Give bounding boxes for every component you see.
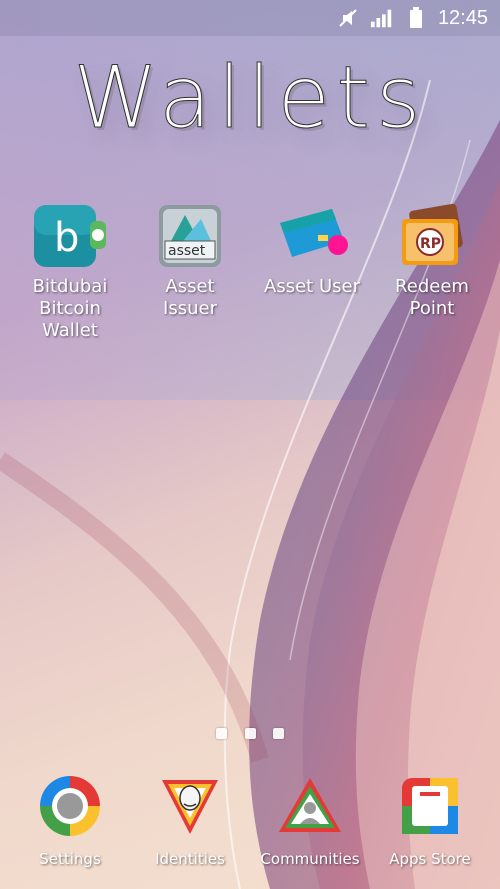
identities-icon [152, 770, 228, 842]
mute-icon [336, 6, 360, 30]
svg-text:RP: RP [420, 236, 441, 252]
app-asset-issuer[interactable]: asset Asset Issuer [130, 200, 250, 320]
svg-text:asset: asset [168, 243, 206, 259]
status-bar: 12:45 [0, 0, 500, 36]
dock-settings[interactable]: Settings [10, 770, 130, 870]
page-dot[interactable] [216, 728, 228, 739]
page-dot[interactable] [244, 728, 256, 739]
dock-identities[interactable]: Identities [130, 770, 250, 870]
signal-icon [370, 6, 394, 30]
app-label: Bitdubai Bitcoin Wallet [32, 276, 108, 341]
page-dot[interactable] [272, 728, 284, 739]
app-label: Asset User [264, 276, 360, 297]
bitcoin-wallet-icon: b [32, 200, 108, 272]
dock-communities[interactable]: Communities [250, 770, 370, 870]
battery-icon [404, 6, 428, 30]
settings-icon [32, 770, 108, 842]
page-indicator [0, 724, 500, 743]
communities-icon [272, 770, 348, 842]
asset-issuer-icon: asset [152, 200, 228, 272]
app-bitdubai-wallet[interactable]: b Bitdubai Bitcoin Wallet [10, 200, 130, 342]
page-title: Wallets [73, 48, 427, 149]
dock-label: Communities [260, 850, 360, 868]
dock-apps-store[interactable]: Apps Store [370, 770, 490, 870]
dock: Settings Identities Communities Apps Sto… [0, 770, 500, 880]
asset-user-icon [274, 200, 350, 272]
dock-label: Apps Store [389, 850, 471, 868]
svg-text:b: b [54, 215, 79, 261]
clock: 12:45 [437, 6, 488, 29]
apps-store-icon [392, 770, 468, 842]
app-label: Asset Issuer [163, 276, 217, 319]
app-label: Redeem Point [395, 276, 469, 319]
app-redeem-point[interactable]: RP Redeem Point [372, 200, 492, 320]
app-asset-user[interactable]: Asset User [252, 200, 372, 298]
redeem-point-icon: RP [394, 200, 470, 272]
dock-label: Identities [155, 850, 225, 868]
dock-label: Settings [39, 850, 101, 868]
